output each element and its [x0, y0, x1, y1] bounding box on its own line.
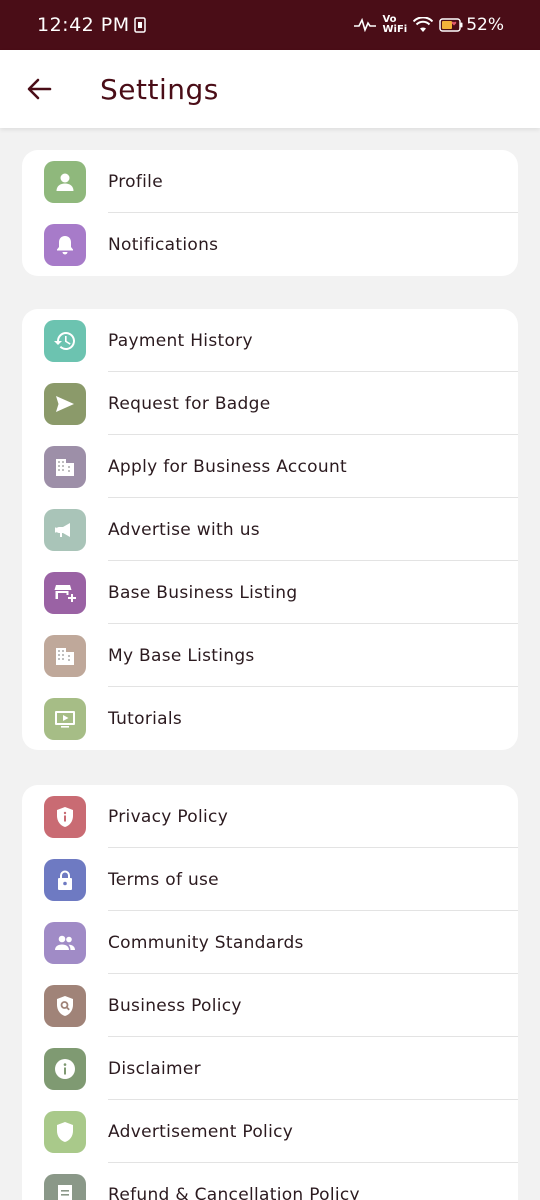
- settings-item-label: Payment History: [108, 330, 253, 351]
- settings-item-label: Apply for Business Account: [108, 456, 347, 477]
- settings-item-label: Request for Badge: [108, 393, 271, 414]
- building-icon: [44, 445, 86, 488]
- settings-item-label: Advertise with us: [108, 519, 260, 540]
- back-button[interactable]: [24, 74, 54, 104]
- settings-item-my-base-listings[interactable]: My Base Listings: [22, 624, 518, 687]
- settings-item-label: Notifications: [108, 234, 219, 255]
- battery-indicator: 52%: [439, 15, 504, 35]
- signal-activity-icon: [354, 18, 377, 32]
- status-time: 12:42 PM: [37, 14, 130, 36]
- bell-icon: [44, 223, 86, 266]
- settings-item-label: Profile: [108, 171, 163, 192]
- settings-item-apply-for-business-account[interactable]: Apply for Business Account: [22, 435, 518, 498]
- shield-check-icon: [44, 1110, 86, 1153]
- shield-search-icon: [44, 984, 86, 1027]
- info-icon: [44, 1047, 86, 1090]
- send-icon: [44, 382, 86, 425]
- vowifi-bottom-label: WiFi: [382, 24, 408, 35]
- settings-group-business: Payment History Request for Badge Apply fo…: [22, 309, 518, 750]
- settings-item-profile[interactable]: Profile: [22, 150, 518, 213]
- settings-item-label: Terms of use: [108, 869, 219, 890]
- wifi-icon: [413, 17, 434, 32]
- video-icon: [44, 697, 86, 740]
- settings-item-label: My Base Listings: [108, 645, 255, 666]
- sim-icon: [133, 17, 146, 33]
- people-icon: [44, 921, 86, 964]
- page-title: Settings: [100, 72, 219, 106]
- person-icon: [44, 160, 86, 203]
- status-bar: 12:42 PM Vo WiFi 52%: [0, 0, 540, 50]
- status-right: Vo WiFi 52%: [354, 15, 504, 35]
- settings-item-request-for-badge[interactable]: Request for Badge: [22, 372, 518, 435]
- settings-item-tutorials[interactable]: Tutorials: [22, 687, 518, 750]
- settings-group-account: Profile Notifications: [22, 150, 518, 276]
- settings-item-label: Tutorials: [108, 708, 183, 729]
- settings-group-policies: Privacy Policy Terms of use Community Stan…: [22, 785, 518, 1200]
- settings-item-community-standards[interactable]: Community Standards: [22, 911, 518, 974]
- app-bar: Settings: [0, 50, 540, 128]
- settings-item-label: Refund & Cancellation Policy: [108, 1184, 360, 1200]
- settings-item-label: Disclaimer: [108, 1058, 201, 1079]
- settings-item-advertisement-policy[interactable]: Advertisement Policy: [22, 1100, 518, 1163]
- settings-item-label: Advertisement Policy: [108, 1121, 294, 1142]
- settings-item-terms-of-use[interactable]: Terms of use: [22, 848, 518, 911]
- settings-item-refund-and-cancellation-policy[interactable]: Refund & Cancellation Policy: [22, 1163, 518, 1200]
- arrow-left-icon: [27, 78, 52, 100]
- settings-item-label: Business Policy: [108, 995, 242, 1016]
- megaphone-icon: [44, 508, 86, 551]
- settings-item-business-policy[interactable]: Business Policy: [22, 974, 518, 1037]
- settings-item-label: Community Standards: [108, 932, 304, 953]
- settings-item-payment-history[interactable]: Payment History: [22, 309, 518, 372]
- store-add-icon: [44, 571, 86, 614]
- settings-item-advertise-with-us[interactable]: Advertise with us: [22, 498, 518, 561]
- status-left: 12:42 PM: [37, 14, 146, 36]
- building-icon: [44, 634, 86, 677]
- settings-item-notifications[interactable]: Notifications: [22, 213, 518, 276]
- settings-item-privacy-policy[interactable]: Privacy Policy: [22, 785, 518, 848]
- settings-item-base-business-listing[interactable]: Base Business Listing: [22, 561, 518, 624]
- battery-percent: 52%: [466, 15, 504, 35]
- receipt-icon: [44, 1173, 86, 1200]
- history-icon: [44, 319, 86, 362]
- lock-icon: [44, 858, 86, 901]
- settings-item-disclaimer[interactable]: Disclaimer: [22, 1037, 518, 1100]
- settings-item-label: Privacy Policy: [108, 806, 229, 827]
- battery-icon: [439, 18, 463, 32]
- shield-info-icon: [44, 795, 86, 838]
- settings-item-label: Base Business Listing: [108, 582, 298, 603]
- vowifi-indicator: Vo WiFi: [382, 15, 407, 35]
